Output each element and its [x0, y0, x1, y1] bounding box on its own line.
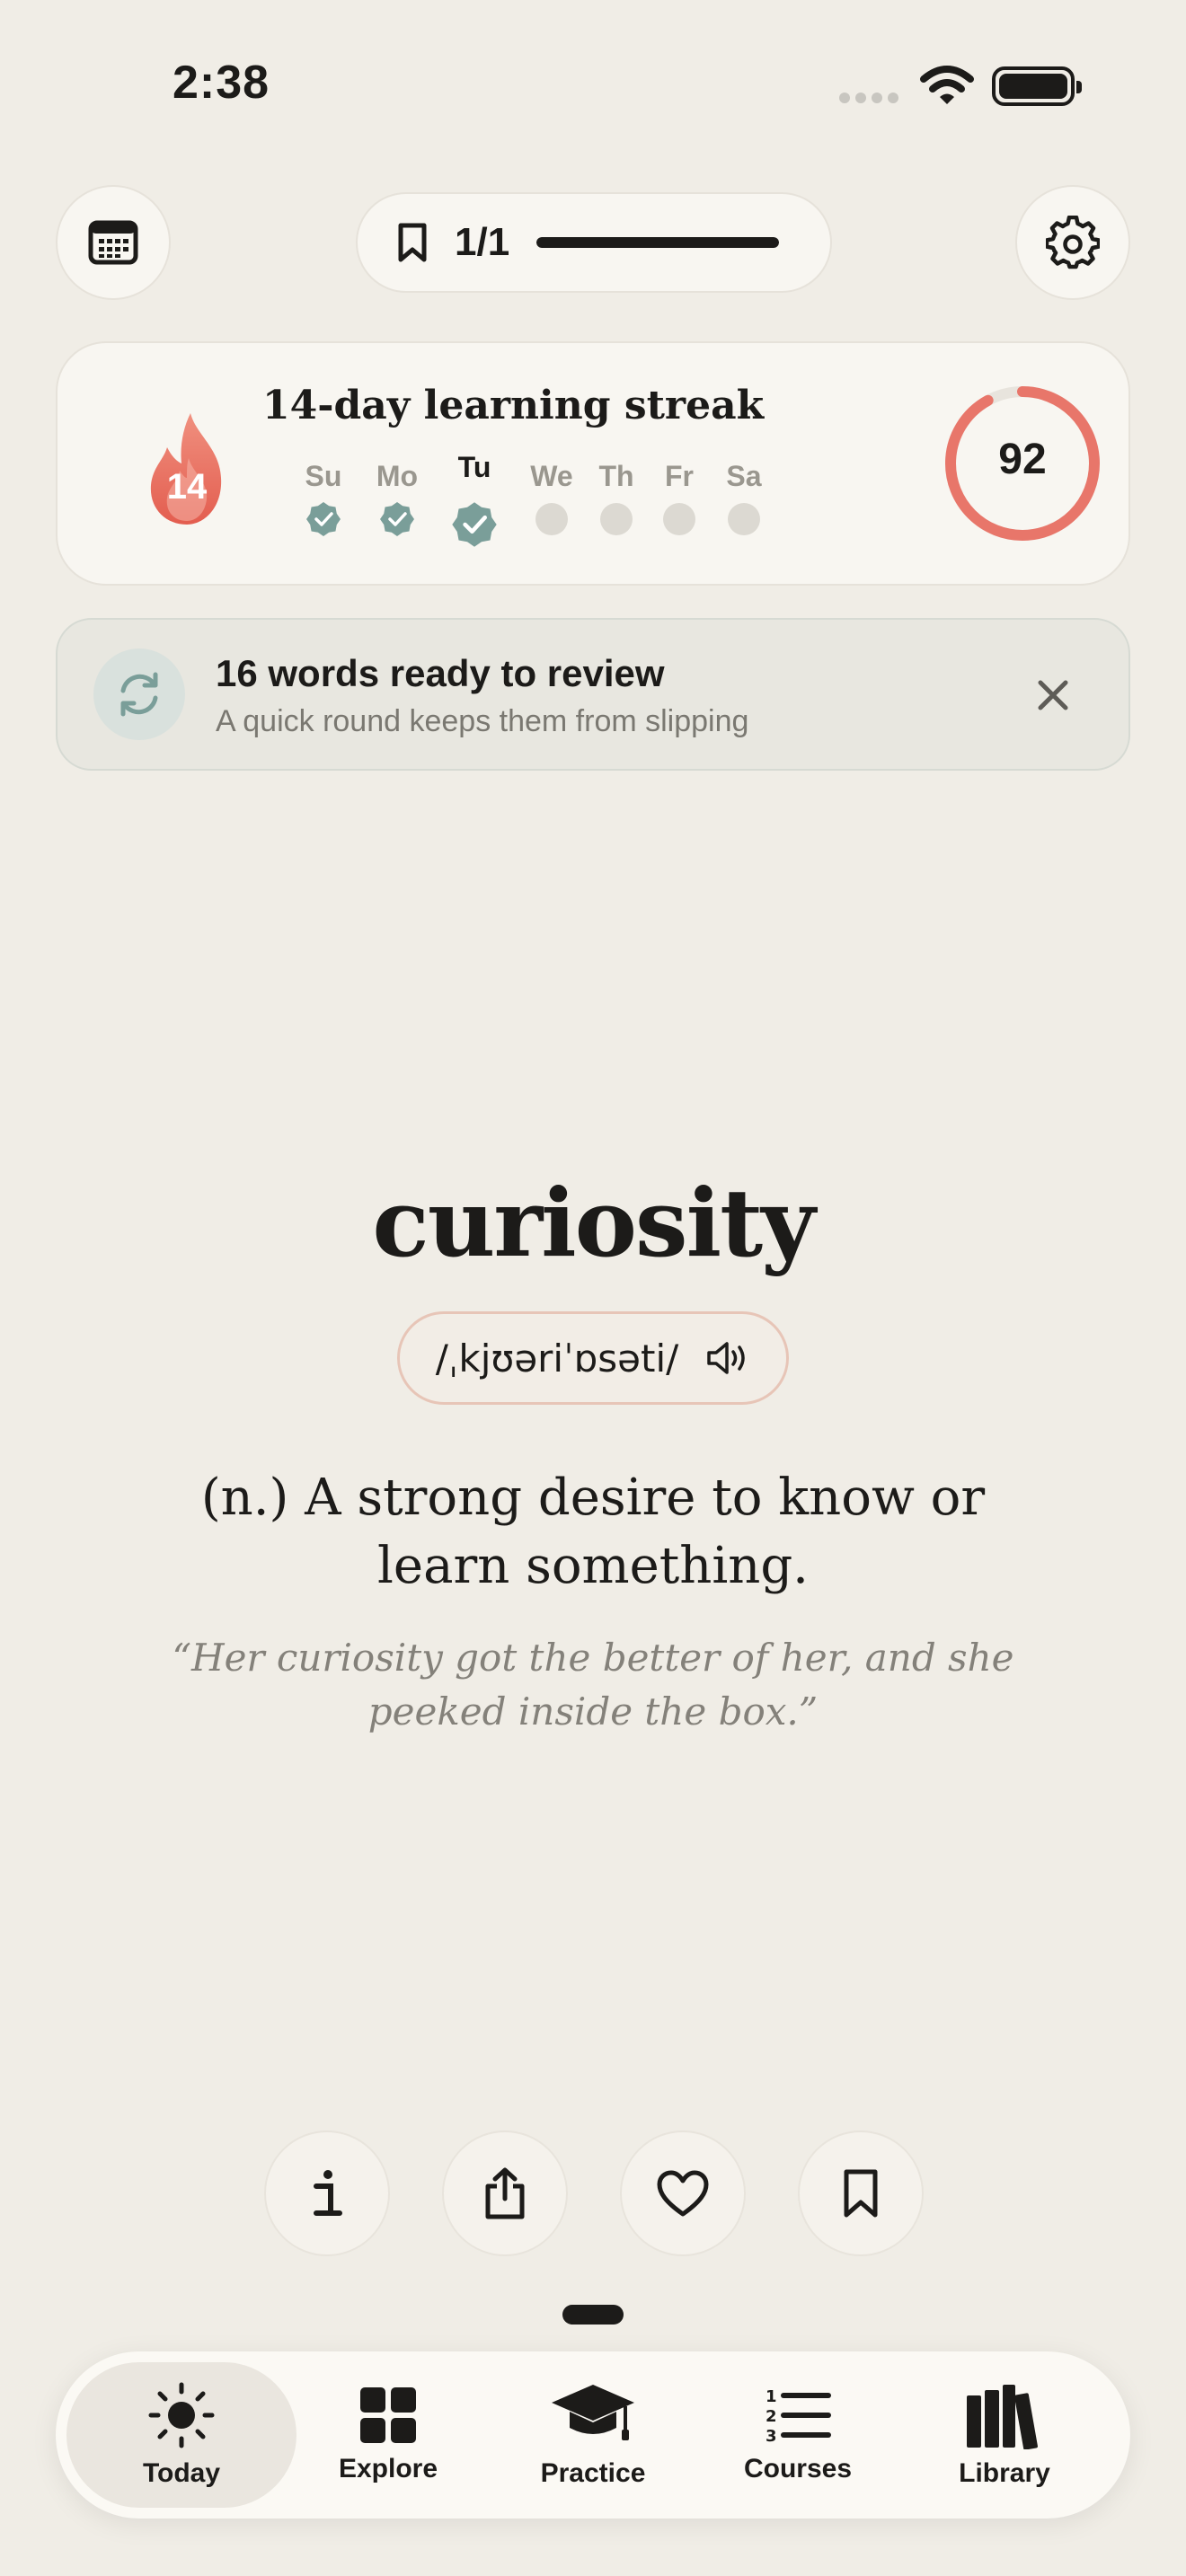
- bookmark-button[interactable]: [798, 2130, 924, 2256]
- tab-today-label: Today: [142, 2458, 221, 2488]
- empty-day-dot: [663, 503, 695, 535]
- day-label: Sa: [726, 460, 762, 492]
- day-label: We: [530, 460, 573, 492]
- word-definition: (n.) A strong desire to know or learn so…: [200, 1469, 986, 1595]
- tab-practice-label: Practice: [540, 2458, 646, 2488]
- numbered-list-icon: 1 2 3: [766, 2387, 831, 2445]
- streak-title: 14-day learning streak: [262, 383, 765, 428]
- status-time: 2:38: [173, 57, 270, 109]
- score-value: 92: [998, 436, 1047, 483]
- speaker-icon: [707, 1342, 746, 1374]
- streak-card[interactable]: 14 14-day learning streak Su Mo Tu We Th Fr Sa…: [56, 341, 1130, 586]
- day-su: Su: [288, 460, 359, 537]
- battery-icon: [992, 66, 1082, 106]
- review-title: 16 words ready to review: [216, 652, 665, 694]
- day-label: Fr: [665, 460, 694, 492]
- empty-day-dot: [600, 503, 633, 535]
- day-label: Mo: [376, 460, 419, 492]
- refresh-icon: [93, 648, 185, 740]
- flame-icon: 14: [126, 408, 248, 530]
- heart-icon: [657, 2170, 709, 2217]
- day-mo: Mo: [361, 460, 433, 537]
- info-button[interactable]: [264, 2130, 390, 2256]
- sun-icon: [148, 2382, 215, 2448]
- cellular-signal-icon: [839, 92, 904, 108]
- tab-library[interactable]: Library: [890, 2362, 1120, 2508]
- score-ring: 92: [942, 383, 1103, 544]
- grid-icon: [360, 2387, 416, 2443]
- svg-text:2: 2: [766, 2407, 777, 2426]
- tab-today[interactable]: Today: [66, 2362, 296, 2508]
- settings-button[interactable]: [1015, 185, 1130, 300]
- bookmark-icon: [844, 2169, 878, 2218]
- check-badge-icon: [380, 502, 414, 536]
- empty-day-dot: [728, 503, 760, 535]
- day-label: Su: [305, 460, 342, 492]
- tab-courses[interactable]: 1 2 3 Courses: [683, 2362, 913, 2508]
- info-icon: [314, 2170, 342, 2216]
- tab-bar: Today Explore Practice 1 2 3 Courses Lib…: [56, 2351, 1130, 2519]
- tab-courses-label: Courses: [743, 2454, 853, 2483]
- tab-explore-label: Explore: [338, 2454, 438, 2483]
- review-banner[interactable]: 16 words ready to review A quick round k…: [56, 618, 1130, 771]
- close-button[interactable]: [1028, 670, 1078, 720]
- day-fr: Fr: [643, 460, 715, 537]
- day-label: Th: [598, 460, 634, 492]
- day-tu: Tu: [438, 451, 510, 548]
- svg-text:3: 3: [766, 2427, 777, 2445]
- tab-practice[interactable]: Practice: [478, 2362, 708, 2508]
- books-icon: [967, 2385, 1038, 2449]
- empty-day-dot: [535, 503, 568, 535]
- progress-bar: [536, 237, 780, 248]
- check-badge-icon: [452, 502, 497, 547]
- day-th: Th: [580, 460, 652, 537]
- review-subtitle: A quick round keeps them from slipping: [216, 704, 749, 738]
- day-label: Tu: [457, 451, 491, 483]
- wifi-icon: [920, 66, 974, 104]
- share-icon: [485, 2167, 525, 2219]
- calendar-button[interactable]: [56, 185, 171, 300]
- gear-icon: [1046, 216, 1100, 269]
- progress-count: 1/1: [455, 220, 510, 264]
- example-sentence: “Her curiosity got the better of her, an…: [172, 1636, 1014, 1734]
- graduation-cap-icon: [552, 2385, 634, 2440]
- word-title: curiosity: [372, 1168, 815, 1278]
- pronunciation-button[interactable]: /ˌkjʊəriˈɒsəti/: [397, 1311, 789, 1405]
- drag-handle[interactable]: [562, 2305, 624, 2325]
- bookmark-icon: [398, 223, 427, 262]
- streak-count: 14: [166, 467, 208, 507]
- tab-explore[interactable]: Explore: [273, 2362, 503, 2508]
- day-sa: Sa: [708, 460, 780, 537]
- day-we: We: [516, 460, 588, 537]
- share-button[interactable]: [442, 2130, 568, 2256]
- progress-fill: [536, 237, 780, 248]
- tab-library-label: Library: [959, 2458, 1050, 2488]
- calendar-icon: [88, 220, 138, 265]
- close-icon: [1038, 680, 1068, 710]
- svg-text:1: 1: [766, 2387, 777, 2406]
- check-badge-icon: [306, 502, 341, 536]
- pronunciation-text: /ˌkjʊəriˈɒsəti/: [435, 1336, 679, 1381]
- progress-pill[interactable]: 1/1: [356, 192, 832, 293]
- favorite-button[interactable]: [620, 2130, 746, 2256]
